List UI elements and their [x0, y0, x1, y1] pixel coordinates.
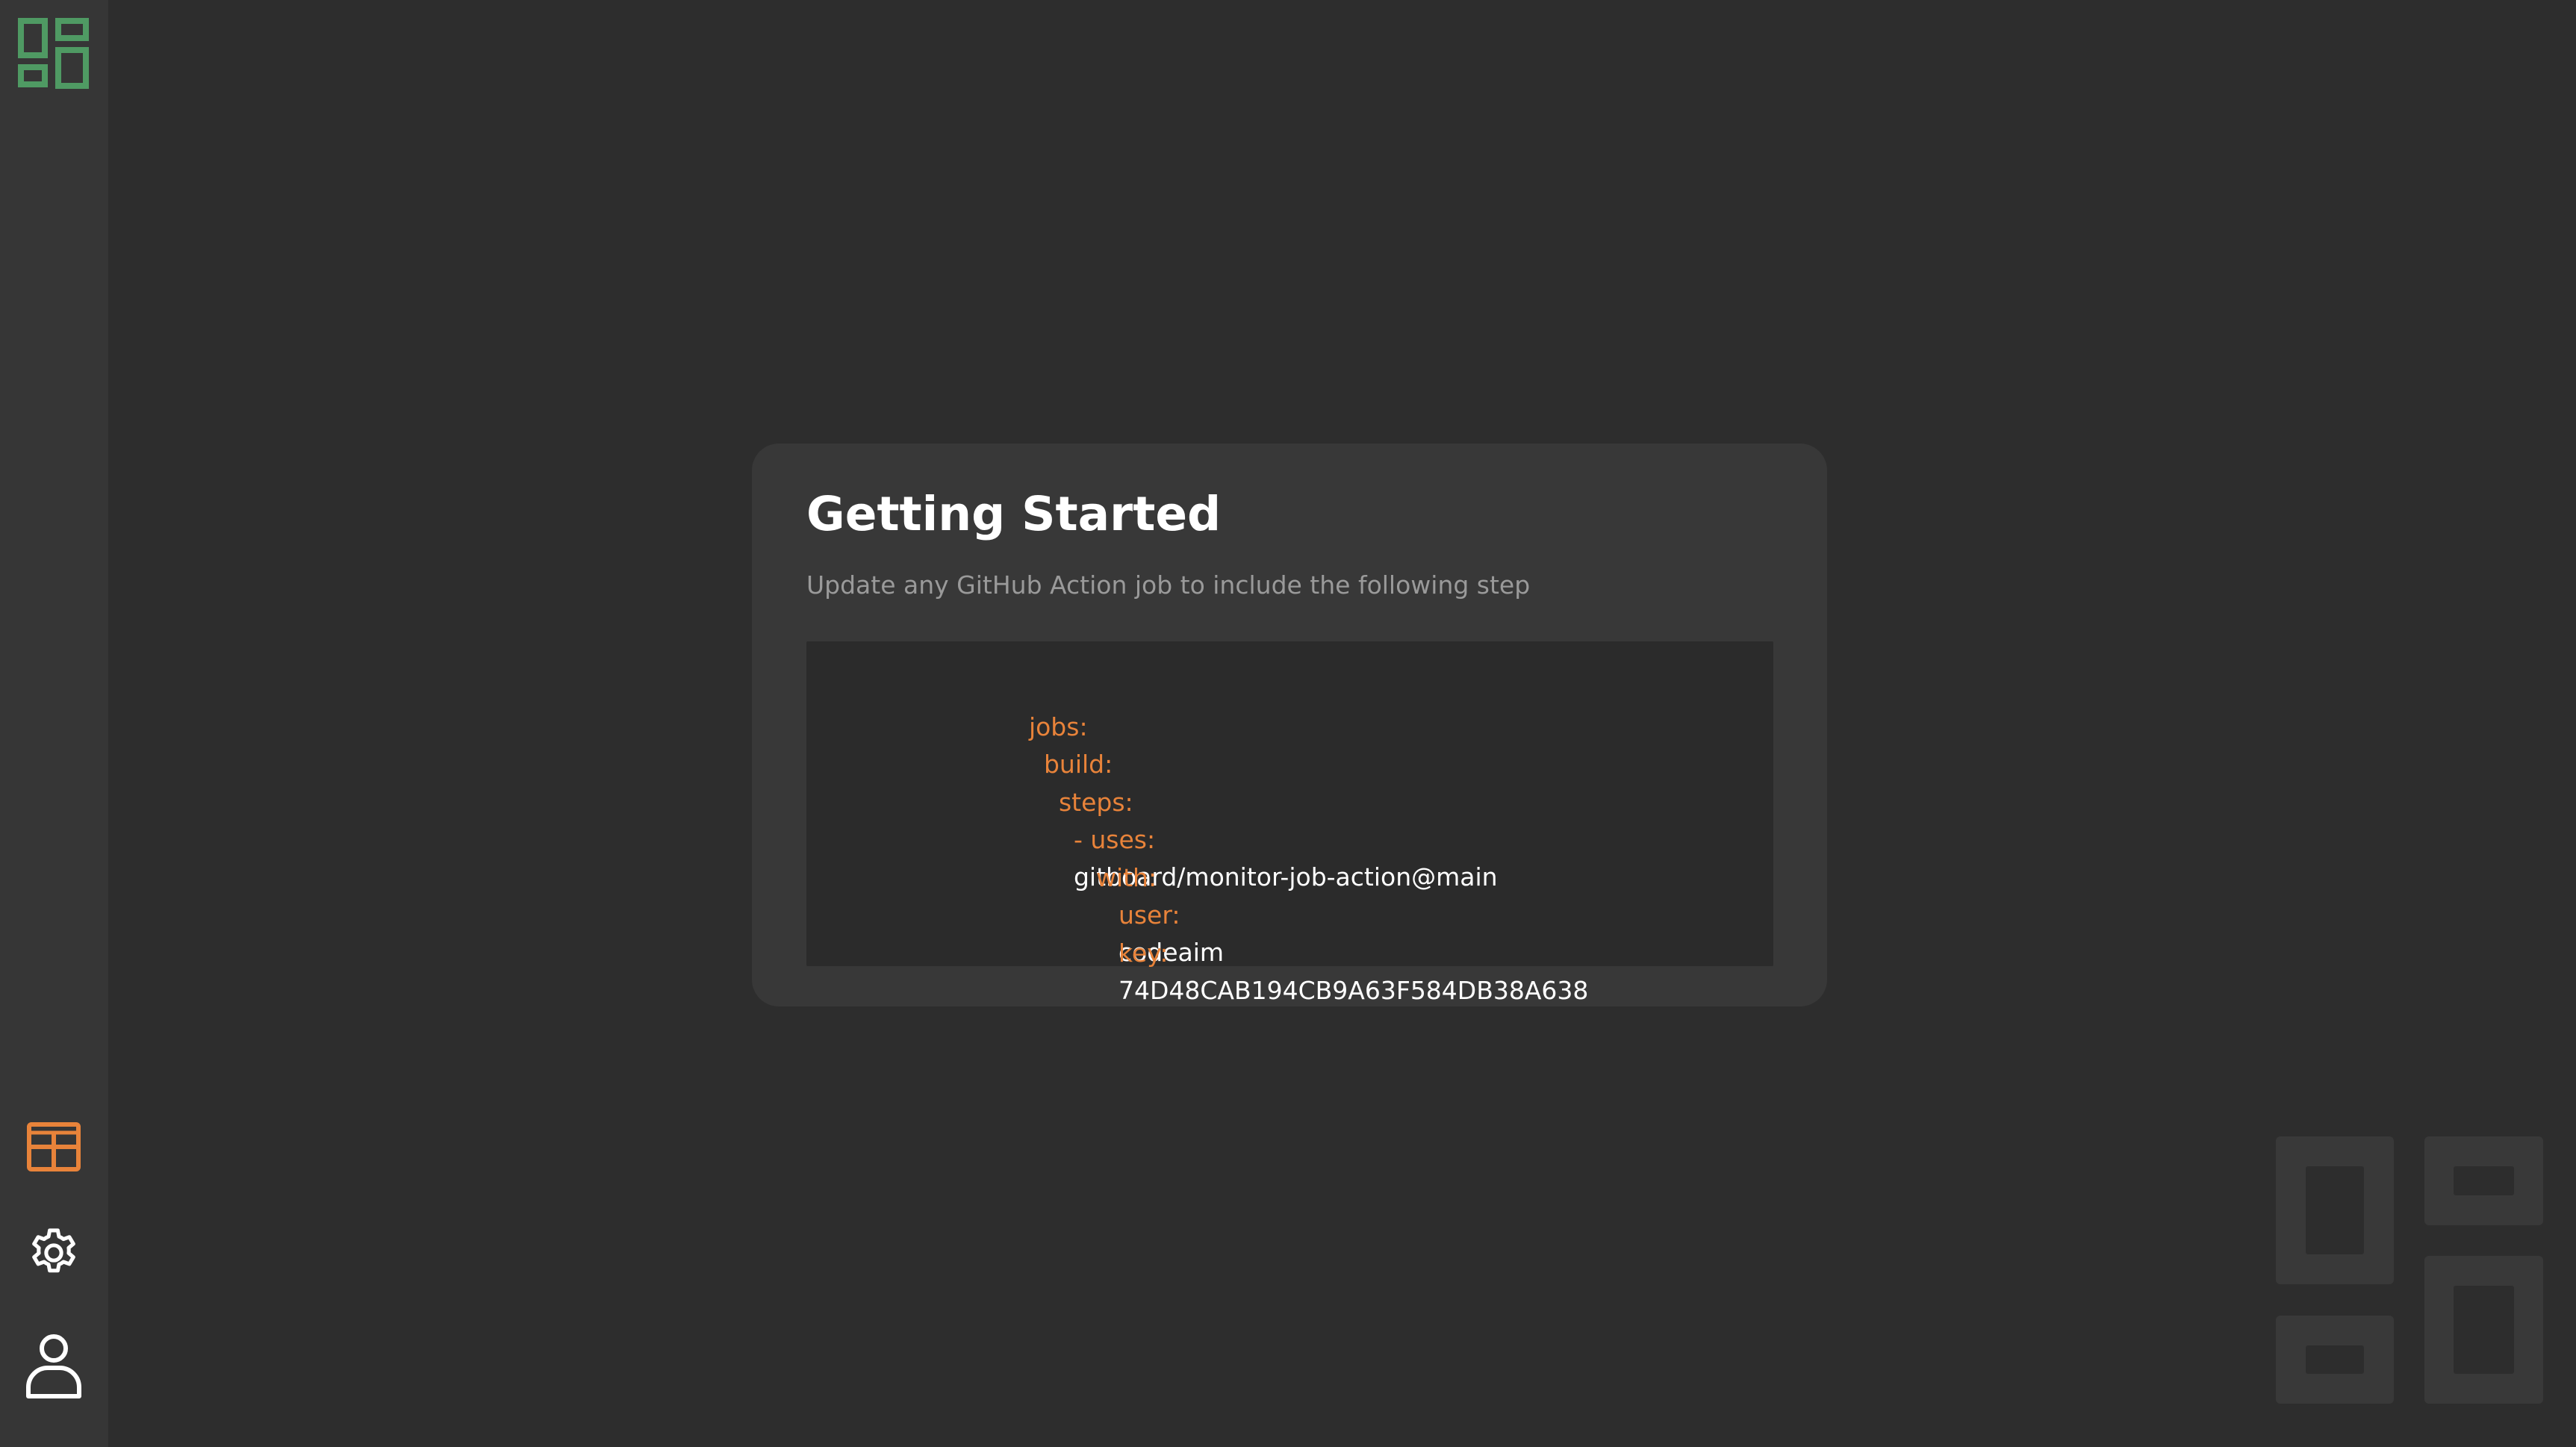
getting-started-card: Getting Started Update any GitHub Action… [752, 444, 1827, 1006]
sidebar-item-settings[interactable] [21, 1220, 87, 1286]
sidebar [0, 0, 108, 1447]
code-snippet[interactable]: jobs: build: steps: - uses: gitboard/mon… [806, 641, 1773, 1005]
grid-logo-icon[interactable] [18, 18, 89, 89]
sidebar-item-dashboard[interactable] [21, 1114, 87, 1180]
yaml-key-key: key: [1118, 939, 1169, 968]
yaml-value-key: 74D48CAB194CB9A63F584DB38A638 [1118, 976, 1589, 1005]
page-title: Getting Started [806, 487, 1222, 541]
watermark-logo-icon [2274, 1136, 2545, 1407]
gear-icon [32, 1228, 75, 1273]
code-line-key: key: 74D48CAB194CB9A63F584DB38A638 [1071, 897, 1588, 1047]
user-icon [26, 1334, 81, 1398]
instructions-text: Update any GitHub Action job to include … [806, 570, 1531, 600]
sidebar-item-profile[interactable] [21, 1334, 87, 1399]
dashboard-grid-icon [27, 1122, 81, 1171]
